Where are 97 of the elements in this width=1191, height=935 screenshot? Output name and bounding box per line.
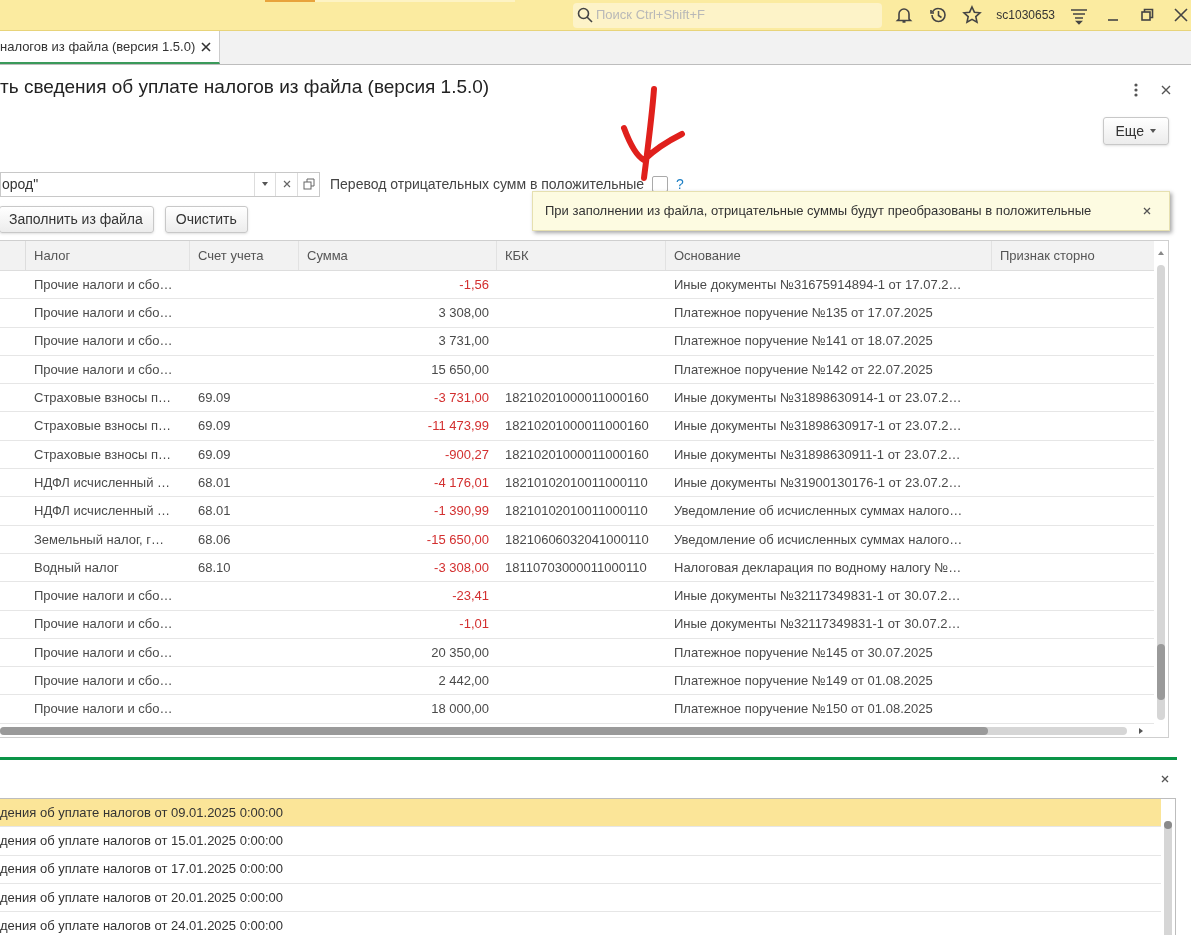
fill-from-file-button[interactable]: Заполнить из файла (0, 206, 154, 233)
table-cell-text: Прочие налоги и сбо… (34, 672, 173, 691)
column-header[interactable]: Налог (26, 241, 190, 270)
table-cell-text: Иные документы №32117349831-1 от 30.07.2… (674, 615, 961, 634)
table-cell-text: 68.06 (198, 530, 231, 549)
table-cell-text: НДФЛ исчисленный … (34, 473, 171, 492)
table-cell-text: 20 350,00 (431, 643, 489, 662)
scrollbar-thumb[interactable] (1157, 644, 1165, 700)
table-cell-text: 18 000,00 (431, 700, 489, 719)
table-cell-text: Уведомление об исчисленных суммах налого… (674, 530, 963, 549)
table-cell-text: 18210201000011000160 (505, 445, 649, 464)
column-header[interactable]: Сумма (299, 241, 497, 270)
more-button[interactable]: Еще (1102, 117, 1169, 145)
table-cell-text: Иные документы №31898630917-1 от 23.07.2… (674, 417, 962, 436)
table-cell-text: 18210606032041000110 (505, 530, 649, 549)
scrollbar-thumb[interactable] (1164, 821, 1172, 829)
table-cell-text: Иные документы №31900130176-1 от 23.07.2… (674, 473, 962, 492)
table-cell-text: Иные документы №31898630914-1 от 23.07.2… (674, 389, 962, 408)
table-cell-text: Прочие налоги и сбо… (34, 304, 173, 323)
search-icon (577, 7, 593, 23)
caret-icon (262, 182, 268, 186)
close-icon[interactable] (1143, 207, 1151, 215)
column-header[interactable]: КБК (497, 241, 666, 270)
table-cell-text: Прочие налоги и сбо… (34, 275, 173, 294)
table-cell-text: Иные документы №31675914894-1 от 17.07.2… (674, 275, 962, 294)
column-header[interactable]: Счет учета (190, 241, 299, 270)
table-cell-text: Платежное поручение №149 от 01.08.2025 (674, 672, 933, 691)
table-cell-text: -3 308,00 (434, 558, 489, 577)
table-cell-text: Платежное поручение №142 от 22.07.2025 (674, 360, 933, 379)
table-cell-text: 18110703000011000110 (505, 558, 647, 577)
history-icon[interactable] (928, 5, 949, 25)
table-cell-text: Прочие налоги и сбо… (34, 615, 173, 634)
table-cell-text: Прочие налоги и сбо… (34, 700, 173, 719)
close-icon (282, 180, 291, 188)
tooltip: При заполнении из файла, отрицательные суммы будут преобразованы в положительные (532, 191, 1170, 231)
table-cell-text: Страховые взносы п… (34, 389, 172, 408)
table-cell-text: 3 308,00 (438, 304, 489, 323)
table-cell-text: 18210201000011000160 (505, 389, 649, 408)
table-cell-text: 69.09 (198, 389, 231, 408)
table-cell-text: 69.09 (198, 445, 231, 464)
list-item[interactable]: дения об уплате налогов от 09.01.2025 0:00:00 (0, 799, 1161, 828)
organization-field[interactable]: ород" (0, 171, 320, 197)
tab[interactable]: налогов из файла (версия 1.5.0) (0, 31, 221, 64)
table-cell-text: Земельный налог, г… (34, 530, 165, 549)
table-cell-text: Иные документы №32117349831-1 от 30.07.2… (674, 587, 961, 606)
table-cell-text: Платежное поручение №150 от 01.08.2025 (674, 700, 933, 719)
table-cell-text: Налоговая декларация по водному налогу №… (674, 558, 962, 577)
table-cell-text: 69.09 (198, 417, 231, 436)
table-cell-text: 18210102010011000110 (505, 473, 648, 492)
table-cell-text: 2 442,00 (438, 672, 489, 691)
scrollbar-thumb[interactable] (0, 727, 988, 735)
table-cell-text: Платежное поручение №135 от 17.07.2025 (674, 304, 933, 323)
table-cell-text: -3 731,00 (434, 389, 489, 408)
table-cell-text: Страховые взносы п… (34, 417, 172, 436)
table-cell-text: -1,01 (459, 615, 489, 634)
column-header[interactable]: Основание (666, 241, 992, 270)
table-cell-text: Иные документы №31898630911-1 от 23.07.2… (674, 445, 961, 464)
table-cell-text: Прочие налоги и сбо… (34, 643, 173, 662)
table-cell-text: -4 176,01 (434, 473, 489, 492)
table-cell-text: Водный налог (34, 558, 119, 577)
star-icon[interactable] (962, 5, 983, 25)
scroll-right-icon[interactable] (1139, 728, 1143, 734)
table-cell-text: -11 473,99 (427, 417, 489, 436)
table-cell-text: 18210201000011000160 (505, 417, 649, 436)
table-cell-text: 3 731,00 (438, 332, 489, 351)
table-cell-text: -900,27 (444, 445, 489, 464)
table-cell-text: 68.10 (198, 558, 231, 577)
table-cell-text: 68.01 (198, 473, 231, 492)
table-cell-text: Прочие налоги и сбо… (34, 587, 173, 606)
open-icon (302, 178, 315, 190)
scroll-up-icon[interactable] (1158, 251, 1164, 255)
table-cell-text: -15 650,00 (426, 530, 489, 549)
close-icon[interactable] (1161, 775, 1169, 783)
bell-icon[interactable] (894, 5, 915, 25)
table-cell-text: Платежное поручение №145 от 30.07.2025 (674, 643, 933, 662)
table-cell-text: Уведомление об исчисленных суммах налого… (674, 502, 963, 521)
checkbox[interactable] (652, 176, 669, 192)
table-cell-text: 18210102010011000110 (505, 502, 648, 521)
table-cell-text: Прочие налоги и сбо… (34, 332, 173, 351)
table-cell-text: Страховые взносы п… (34, 445, 172, 464)
caret-icon (1150, 129, 1156, 133)
close-icon[interactable] (1161, 85, 1171, 95)
clear-button[interactable]: Очистить (164, 206, 248, 233)
table-cell-text: 15 650,00 (431, 360, 489, 379)
table-cell-text: -1 390,99 (434, 502, 489, 521)
table-cell-text: -1,56 (459, 275, 489, 294)
form-title: ть сведения об уплате налогов из файла (версия 1.5.0) (0, 74, 490, 99)
table-cell-text: 68.01 (198, 502, 231, 521)
table-cell-text: Прочие налоги и сбо… (34, 360, 173, 379)
table-cell-text: -23,41 (452, 587, 489, 606)
user-name[interactable]: sc1030653 (996, 6, 1055, 24)
table-cell-text: НДФЛ исчисленный … (34, 502, 171, 521)
close-icon[interactable] (201, 41, 212, 52)
table-cell-text: Платежное поручение №141 от 18.07.2025 (674, 332, 933, 351)
vertical-scrollbar[interactable] (1154, 241, 1168, 725)
checkbox-label: Перевод отрицательных сумм в положительные (330, 174, 645, 194)
more-icon[interactable] (1133, 83, 1139, 97)
